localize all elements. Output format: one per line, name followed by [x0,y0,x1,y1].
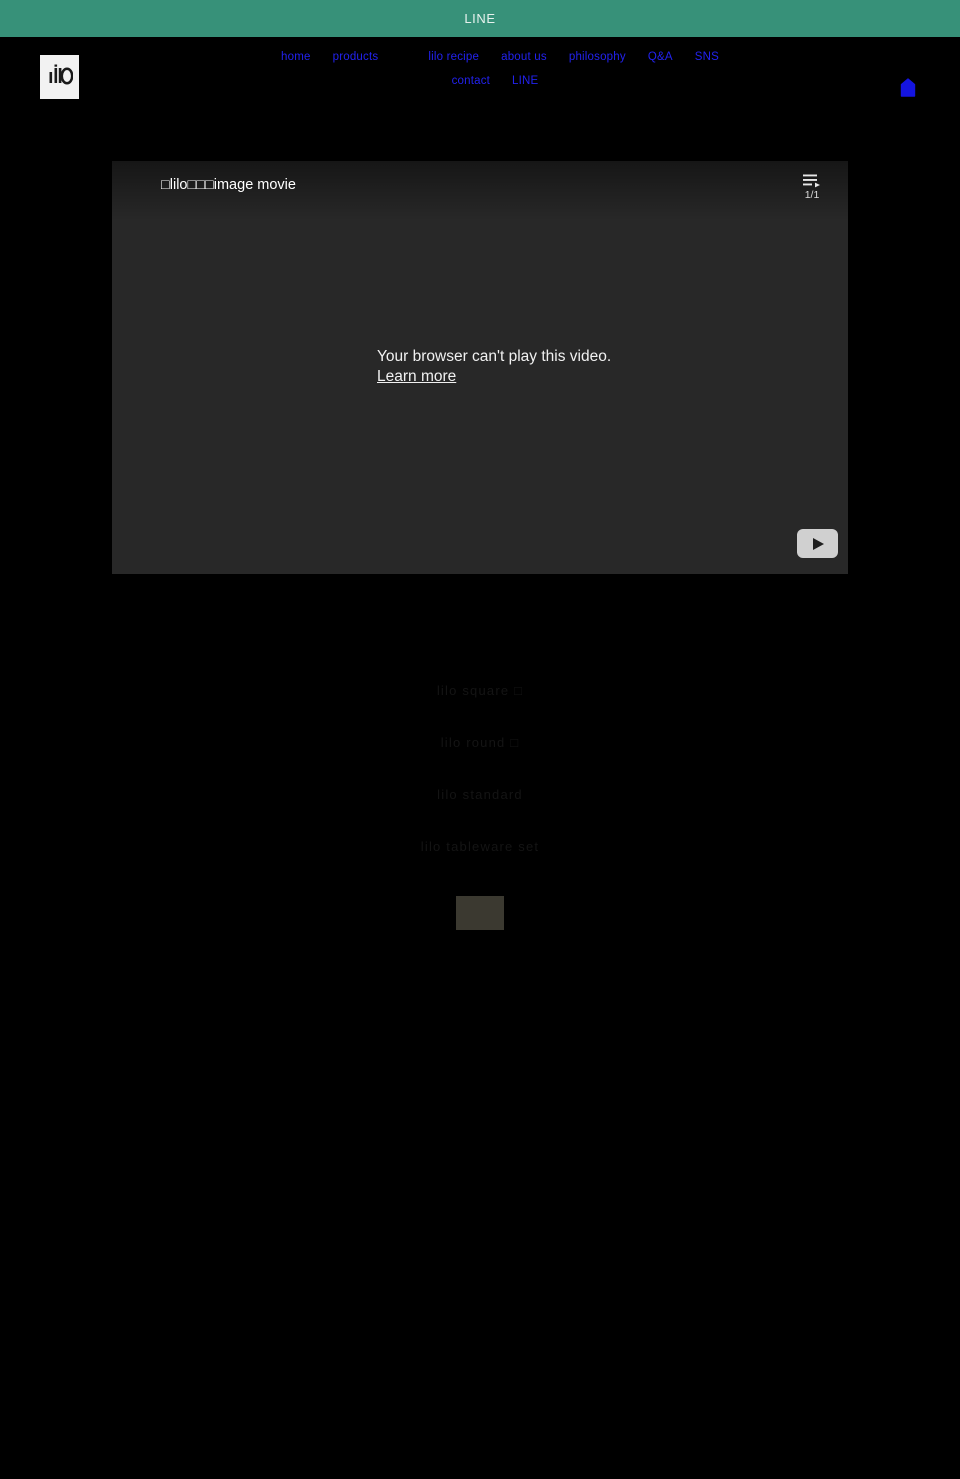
learn-more-link[interactable]: Learn more [377,367,456,386]
site-logo[interactable] [40,55,79,99]
site-header: home products lilo recipe about us philo… [0,37,960,137]
list-item[interactable]: lilo square □ [0,664,960,716]
product-name: lilo round □ [440,734,520,750]
nav-item-line[interactable]: LINE [501,69,549,93]
nav-row-secondary: contact LINE [230,69,760,93]
nav-item-sns[interactable]: SNS [684,45,730,69]
nav-row-primary: home products lilo recipe about us philo… [230,45,760,69]
product-name: lilo standard [437,786,523,802]
playlist-button[interactable]: 1/1 [803,174,821,201]
cart-button[interactable] [898,77,918,99]
video-player[interactable]: □lilo□□□image movie 1/1 Your browser can… [112,161,848,574]
product-name: lilo square □ [436,682,524,698]
nav-item-philosophy[interactable]: philosophy [558,45,637,69]
product-thumbnail[interactable] [456,896,504,930]
nav-item-products[interactable]: products [322,45,390,69]
nav-item-lilo-recipe[interactable]: lilo recipe [417,45,490,69]
nav-item-home[interactable]: home [270,45,322,69]
play-button[interactable] [797,529,838,558]
list-item[interactable]: lilo round □ [0,716,960,768]
play-triangle-icon [813,537,824,550]
product-name: lilo tableware set [420,838,540,854]
shopping-bag-icon [900,78,916,97]
playlist-count: 1/1 [804,189,820,201]
list-item[interactable]: lilo standard [0,768,960,820]
playlist-icon [803,174,820,188]
list-item[interactable]: lilo tableware set [0,820,960,872]
primary-navigation: home products lilo recipe about us philo… [200,45,760,93]
product-list: lilo square □ lilo round □ lilo standard… [0,664,960,872]
video-error-text: Your browser can't play this video. [377,348,612,365]
video-error-message: Your browser can't play this video. Lear… [112,347,848,386]
video-title: □lilo□□□image movie [161,177,296,193]
lilo-logo-icon [49,64,73,85]
nav-item-contact[interactable]: contact [441,69,501,93]
nav-item-qa[interactable]: Q&A [637,45,684,69]
line-promo-banner[interactable]: LINE [0,0,960,37]
line-banner-label: LINE [464,11,496,26]
nav-item-about-us[interactable]: about us [490,45,558,69]
